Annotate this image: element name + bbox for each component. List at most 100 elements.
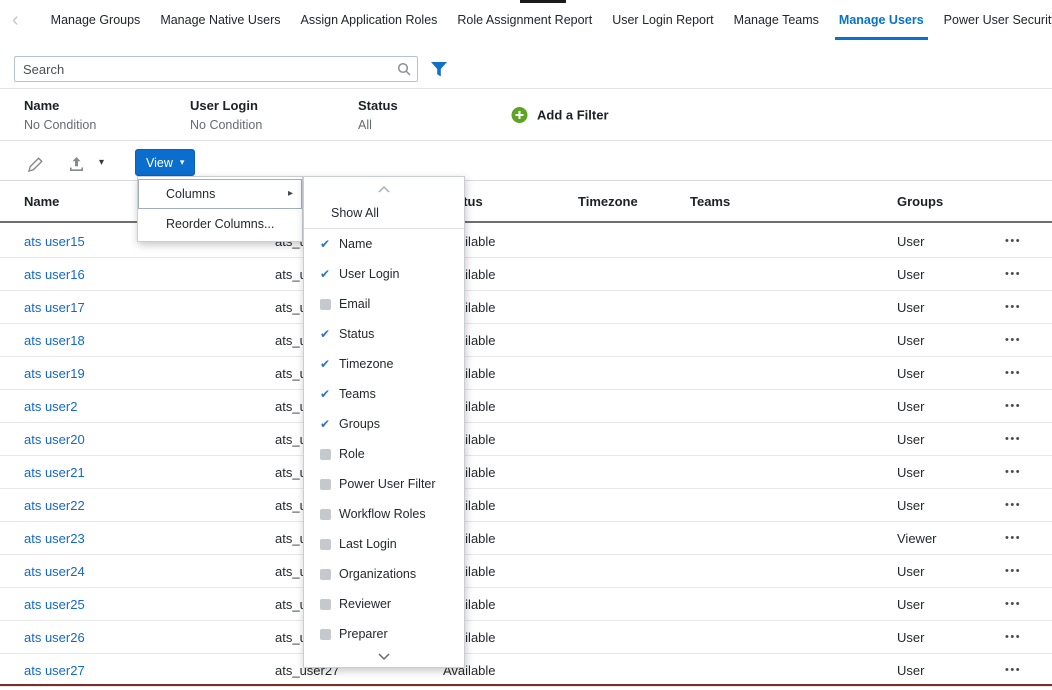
tab[interactable]: Manage Users [829, 0, 934, 40]
row-actions-button[interactable]: ••• [1005, 423, 1021, 456]
user-name-link[interactable]: ats user26 [24, 621, 85, 654]
columns-submenu-item[interactable]: ✔ Role [304, 439, 464, 469]
row-actions-button[interactable]: ••• [1005, 489, 1021, 522]
row-actions-button[interactable]: ••• [1005, 324, 1021, 357]
columns-submenu-item[interactable]: ✔ Organizations [304, 559, 464, 589]
row-actions-button[interactable]: ••• [1005, 225, 1021, 258]
view-menu-item-label: Columns [166, 187, 215, 201]
checkmark-icon: ✔ [320, 237, 339, 251]
submenu-scroll-up[interactable] [304, 181, 464, 197]
tab[interactable]: User Login Report [602, 0, 723, 40]
table-body: ats user15 ats_user15 Available User •••… [0, 225, 1052, 687]
view-menu: Columns ▸ Reorder Columns... ▸ [137, 176, 303, 242]
groups-cell: User [897, 390, 924, 423]
user-name-link[interactable]: ats user16 [24, 258, 85, 291]
filter-summary-item[interactable]: Status All [358, 98, 398, 132]
row-actions-button[interactable]: ••• [1005, 555, 1021, 588]
column-header-teams[interactable]: Teams [690, 181, 730, 223]
row-actions-button[interactable]: ••• [1005, 456, 1021, 489]
tab[interactable]: Manage Groups [41, 0, 151, 40]
columns-submenu-item-label: Name [339, 237, 372, 251]
columns-submenu-item-label: Preparer [339, 627, 388, 641]
table-row: ats user22 ats_user22 Available User ••• [0, 489, 1052, 522]
filter-summary-item[interactable]: Name No Condition [24, 98, 96, 132]
columns-submenu-item-label: Teams [339, 387, 376, 401]
user-name-link[interactable]: ats user23 [24, 522, 85, 555]
filter-funnel-icon[interactable] [430, 61, 448, 78]
columns-submenu: Show All ✔ Name ✔ User Login ✔ Email ✔ S… [303, 176, 465, 668]
columns-submenu-item[interactable]: ✔ Workflow Roles [304, 499, 464, 529]
row-actions-button[interactable]: ••• [1005, 654, 1021, 687]
add-filter-label: Add a Filter [537, 107, 609, 122]
view-menu-list: Columns ▸ Reorder Columns... ▸ [138, 179, 302, 239]
more-actions-caret-icon[interactable]: ▾ [99, 157, 104, 168]
groups-cell: User [897, 555, 924, 588]
column-header-name[interactable]: Name [24, 181, 59, 223]
user-name-link[interactable]: ats user25 [24, 588, 85, 621]
view-menu-item[interactable]: Columns ▸ [138, 179, 302, 209]
search-input[interactable] [15, 57, 417, 81]
row-actions-button[interactable]: ••• [1005, 258, 1021, 291]
tab[interactable]: Role Assignment Report [447, 0, 602, 40]
add-filter-button[interactable]: Add a Filter [511, 106, 609, 123]
columns-submenu-item[interactable]: ✔ Preparer [304, 619, 464, 649]
checkmark-icon: ✔ [320, 357, 339, 371]
columns-submenu-item[interactable]: ✔ Timezone [304, 349, 464, 379]
unchecked-box-icon [320, 539, 331, 550]
table-row: ats user20 ats_user20 Available User ••• [0, 423, 1052, 456]
row-actions-button[interactable]: ••• [1005, 291, 1021, 324]
tab-label: Manage Teams [734, 13, 819, 27]
user-name-link[interactable]: ats user21 [24, 456, 85, 489]
columns-submenu-item[interactable]: ✔ Power User Filter [304, 469, 464, 499]
columns-submenu-item[interactable]: ✔ User Login [304, 259, 464, 289]
checkmark-icon: ✔ [320, 267, 339, 281]
columns-submenu-item-label: Status [339, 327, 374, 341]
columns-submenu-item[interactable]: ✔ Status [304, 319, 464, 349]
tab[interactable]: Power User Security [934, 0, 1052, 40]
tabs-scroll-left-icon[interactable]: ‹ [6, 0, 25, 40]
user-name-link[interactable]: ats user24 [24, 555, 85, 588]
unchecked-box-icon [320, 569, 331, 580]
tab[interactable]: Manage Teams [724, 0, 829, 40]
row-actions-button[interactable]: ••• [1005, 390, 1021, 423]
edit-icon[interactable] [27, 156, 44, 173]
tab-strip-items: Manage Groups Manage Native Users Assign… [41, 0, 1052, 40]
row-actions-button[interactable]: ••• [1005, 357, 1021, 390]
filter-condition: All [358, 118, 398, 132]
columns-submenu-item[interactable]: ✔ Reviewer [304, 589, 464, 619]
user-name-link[interactable]: ats user2 [24, 390, 77, 423]
tab[interactable]: Manage Native Users [150, 0, 290, 40]
table-row: ats user27 ats_user27 Available User ••• [0, 654, 1052, 687]
columns-submenu-item[interactable]: ✔ Name [304, 229, 464, 259]
submenu-scroll-down[interactable] [304, 649, 464, 665]
user-name-link[interactable]: ats user15 [24, 225, 85, 258]
tab-scroll-indicator [520, 0, 566, 3]
columns-submenu-item[interactable]: ✔ Last Login [304, 529, 464, 559]
user-name-link[interactable]: ats user20 [24, 423, 85, 456]
columns-submenu-item[interactable]: ✔ Email [304, 289, 464, 319]
column-header-groups[interactable]: Groups [897, 181, 943, 223]
view-menu-item[interactable]: Reorder Columns... ▸ [138, 209, 302, 239]
columns-submenu-item[interactable]: ✔ Groups [304, 409, 464, 439]
tab[interactable]: Assign Application Roles [291, 0, 448, 40]
user-name-link[interactable]: ats user17 [24, 291, 85, 324]
row-actions-button[interactable]: ••• [1005, 522, 1021, 555]
columns-submenu-item[interactable]: ✔ Teams [304, 379, 464, 409]
search-icon[interactable] [396, 61, 412, 77]
export-icon[interactable] [68, 156, 85, 173]
table-bottom-edge [0, 684, 1052, 686]
checkmark-icon: ✔ [320, 387, 339, 401]
tab-strip: ‹ Manage Groups Manage Native Users Assi… [0, 0, 1052, 40]
row-actions-button[interactable]: ••• [1005, 588, 1021, 621]
view-button[interactable]: View ▾ [135, 149, 195, 176]
filter-summary-item[interactable]: User Login No Condition [190, 98, 262, 132]
user-name-link[interactable]: ats user27 [24, 654, 85, 687]
user-name-link[interactable]: ats user22 [24, 489, 85, 522]
row-actions-button[interactable]: ••• [1005, 621, 1021, 654]
columns-submenu-item-label: Email [339, 297, 370, 311]
user-name-link[interactable]: ats user18 [24, 324, 85, 357]
column-header-timezone[interactable]: Timezone [578, 181, 638, 223]
columns-submenu-item-label: Last Login [339, 537, 397, 551]
submenu-item-show-all[interactable]: Show All [304, 197, 464, 229]
user-name-link[interactable]: ats user19 [24, 357, 85, 390]
